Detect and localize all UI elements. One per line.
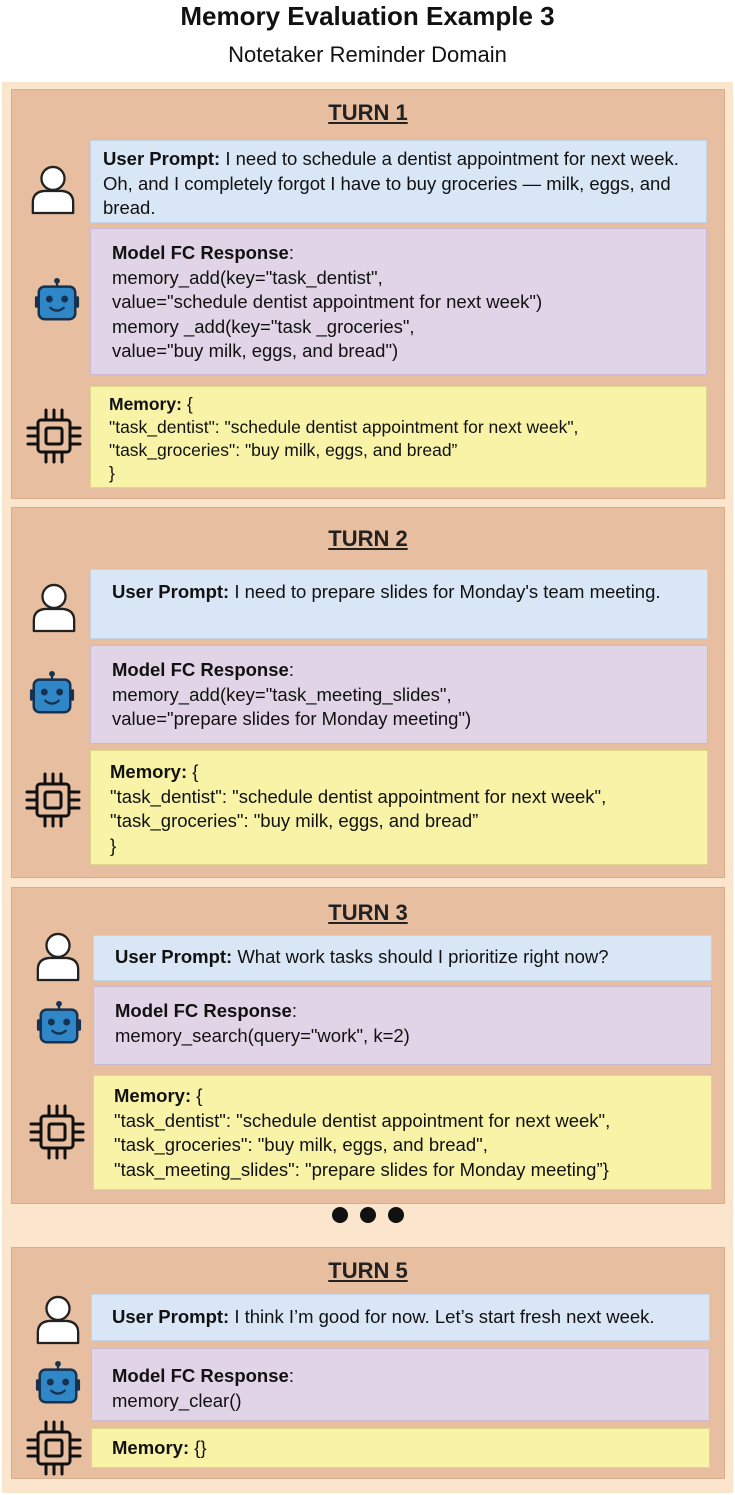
memory-line: "task_groceries": "buy milk, eggs, and b… bbox=[110, 810, 479, 831]
user-prompt-label: User Prompt: bbox=[112, 581, 230, 602]
user-prompt-text: I think I’m good for now. Let’s start fr… bbox=[234, 1306, 655, 1327]
turn-title: TURN 2 bbox=[328, 526, 408, 551]
memory-label: Memory: bbox=[109, 394, 182, 414]
memory-line: "task_dentist": "schedule dentist appoin… bbox=[109, 417, 579, 437]
turn-panel-1: TURN 1 User Prompt: I need to schedule a… bbox=[11, 89, 725, 499]
user-icon bbox=[30, 580, 78, 634]
model-response-label: Model FC Response bbox=[112, 242, 289, 263]
model-response-box: Model FC Response: memory_clear() bbox=[91, 1348, 710, 1421]
model-response-label: Model FC Response bbox=[112, 659, 289, 680]
model-code-line: value="prepare slides for Monday meeting… bbox=[112, 708, 472, 729]
model-code-line: memory_add(key="task_meeting_slides", bbox=[112, 683, 452, 705]
turn-panel-3: TURN 3 User Prompt: What work tasks shou… bbox=[11, 887, 725, 1204]
page-title: Memory Evaluation Example 3 bbox=[180, 1, 555, 31]
memory-line: "task_groceries": "buy milk, eggs, and b… bbox=[114, 1134, 488, 1155]
user-prompt-box: User Prompt: I think I’m good for now. L… bbox=[91, 1294, 710, 1341]
turn-title: TURN 1 bbox=[328, 100, 408, 125]
user-prompt-box: User Prompt: I need to prepare slides fo… bbox=[90, 569, 708, 639]
model-code-line: value="buy milk, eggs, and bread") bbox=[112, 340, 399, 361]
user-prompt-box: User Prompt: I need to schedule a dentis… bbox=[90, 140, 707, 223]
memory-box: Memory: { "task_dentist": "schedule dent… bbox=[90, 750, 708, 865]
label-colon: : bbox=[288, 1365, 294, 1386]
user-prompt-text: What work tasks should I prioritize righ… bbox=[237, 946, 609, 967]
turn-title: TURN 3 bbox=[328, 900, 408, 925]
robot-icon bbox=[28, 670, 76, 718]
model-code-line: memory_clear() bbox=[112, 1389, 242, 1411]
turn-panel-5: TURN 5 User Prompt: I think I’m good for… bbox=[11, 1247, 725, 1479]
chip-icon bbox=[23, 770, 83, 830]
model-response-box: Model FC Response: memory_search(query="… bbox=[93, 986, 712, 1065]
memory-open: { bbox=[186, 394, 193, 414]
memory-open: { bbox=[196, 1085, 203, 1106]
page-subtitle: Notetaker Reminder Domain bbox=[228, 42, 507, 67]
robot-icon bbox=[33, 277, 81, 325]
model-response-box: Model FC Response: memory_add(key="task_… bbox=[90, 228, 707, 375]
model-code-line: memory_search(query="work", k=2) bbox=[115, 1024, 410, 1046]
memory-open: {} bbox=[194, 1437, 207, 1458]
memory-label: Memory: bbox=[110, 761, 188, 782]
model-response-label: Model FC Response bbox=[115, 1000, 292, 1021]
memory-line: "task_groceries": "buy milk, eggs, and b… bbox=[109, 440, 458, 460]
turn-title: TURN 5 bbox=[328, 1258, 408, 1283]
user-prompt-label: User Prompt: bbox=[103, 148, 221, 169]
model-response-label: Model FC Response bbox=[112, 1365, 289, 1386]
memory-box: Memory: { "task_dentist": "schedule dent… bbox=[93, 1075, 712, 1190]
chip-icon bbox=[24, 1418, 84, 1478]
robot-icon bbox=[34, 1360, 82, 1408]
memory-label: Memory: bbox=[114, 1085, 192, 1106]
dot-icon bbox=[331, 1207, 348, 1223]
model-code-line: memory_add(key="task_dentist", bbox=[112, 266, 383, 288]
memory-line: } bbox=[109, 463, 115, 483]
user-prompt-label: User Prompt: bbox=[115, 946, 233, 967]
user-prompt-text: I need to prepare slides for Monday's te… bbox=[234, 581, 661, 602]
user-icon bbox=[29, 162, 77, 216]
model-response-box: Model FC Response: memory_add(key="task_… bbox=[90, 645, 708, 744]
user-icon bbox=[34, 1292, 82, 1346]
memory-box: Memory: {} bbox=[91, 1428, 710, 1468]
user-prompt-box: User Prompt: What work tasks should I pr… bbox=[93, 935, 712, 981]
memory-box: Memory: { "task_dentist": "schedule dent… bbox=[90, 386, 707, 488]
user-icon bbox=[34, 929, 82, 983]
memory-line: "task_dentist": "schedule dentist appoin… bbox=[110, 785, 607, 807]
memory-line: } bbox=[110, 834, 117, 856]
chip-icon bbox=[27, 1102, 87, 1162]
turn-panel-2: TURN 2 User Prompt: I need to prepare sl… bbox=[11, 507, 725, 878]
chip-icon bbox=[24, 406, 84, 466]
model-code-line: value="schedule dentist appointment for … bbox=[112, 291, 543, 312]
user-prompt-label: User Prompt: bbox=[112, 1306, 230, 1327]
ellipsis-indicator bbox=[0, 1207, 735, 1228]
memory-line: "task_dentist": "schedule dentist appoin… bbox=[114, 1109, 611, 1131]
dot-icon bbox=[359, 1207, 376, 1223]
label-colon: : bbox=[291, 1000, 297, 1021]
robot-icon bbox=[35, 1000, 83, 1048]
label-colon: : bbox=[288, 659, 294, 680]
label-colon: : bbox=[288, 242, 294, 263]
memory-label: Memory: bbox=[112, 1437, 190, 1458]
memory-line: "task_meeting_slides": "prepare slides f… bbox=[114, 1158, 609, 1180]
dot-icon bbox=[387, 1207, 404, 1223]
model-code-line: memory _add(key="task _groceries", bbox=[112, 315, 415, 337]
memory-open: { bbox=[192, 761, 199, 782]
